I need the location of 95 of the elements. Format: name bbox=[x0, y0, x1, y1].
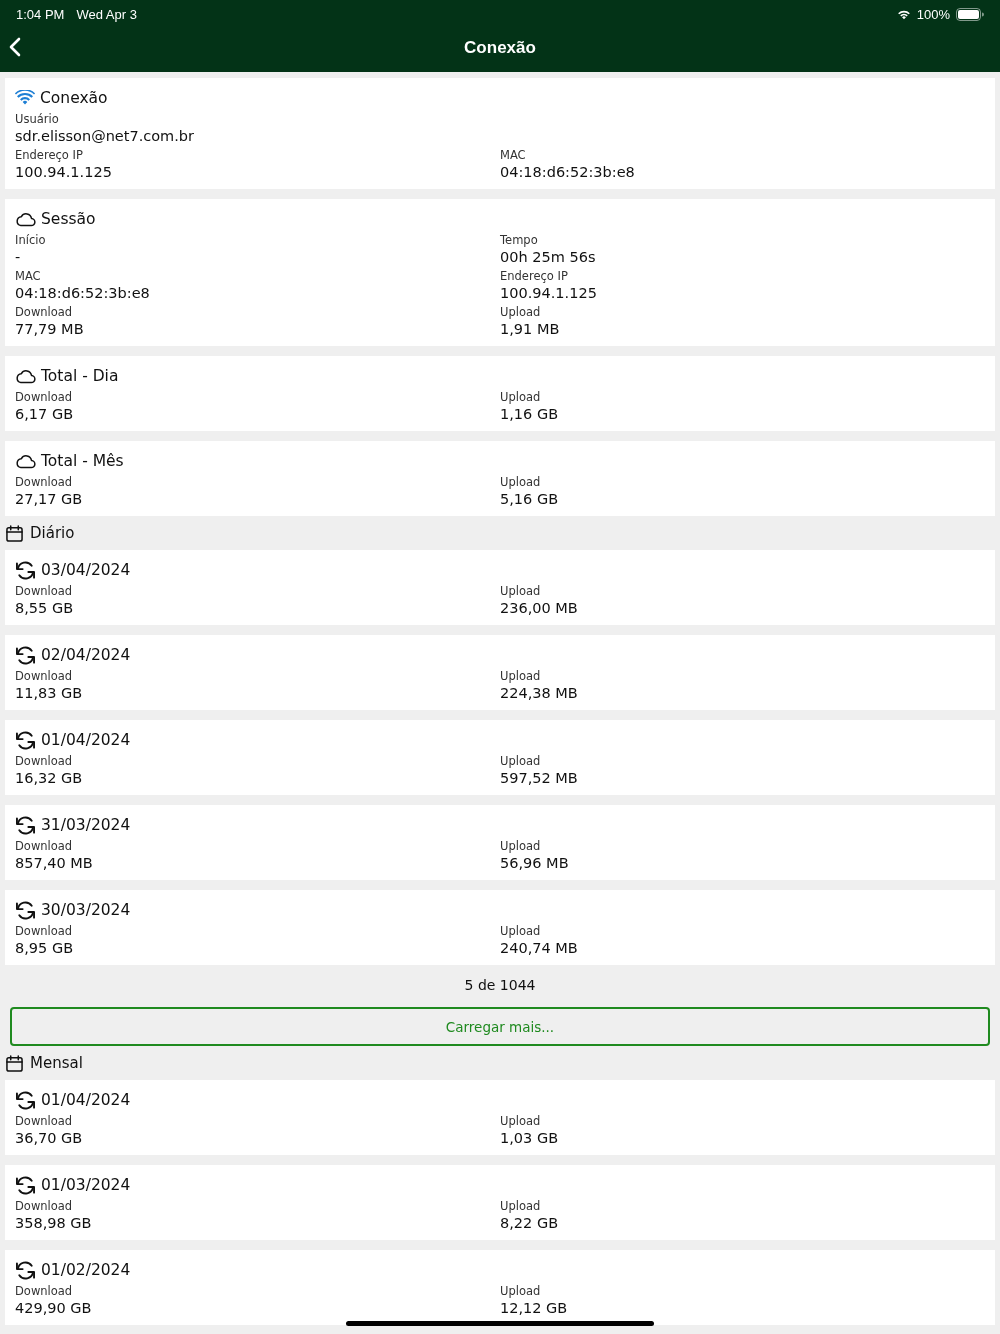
field-label: Download bbox=[15, 475, 74, 490]
status-time: 1:04 PM bbox=[16, 6, 65, 22]
field-value: 1,16 GB bbox=[500, 405, 560, 424]
field-value: 5,16 GB bbox=[500, 490, 560, 509]
field-value: 12,12 GB bbox=[500, 1299, 569, 1318]
load-more-button[interactable]: Carregar mais... bbox=[10, 1007, 990, 1046]
field-value: sdr.elisson@net7.com.br bbox=[15, 127, 196, 146]
battery-percent: 100% bbox=[916, 6, 950, 22]
sync-icon bbox=[15, 1175, 36, 1195]
card-title: 30/03/2024 bbox=[41, 901, 131, 919]
field-label: Upload bbox=[500, 305, 542, 320]
field-label: Usuário bbox=[15, 112, 60, 127]
field-value: 857,40 MB bbox=[15, 854, 94, 873]
field-value: 429,90 GB bbox=[15, 1299, 93, 1318]
back-icon[interactable] bbox=[9, 37, 21, 57]
field-label: Upload bbox=[500, 390, 542, 405]
card-title: 31/03/2024 bbox=[41, 816, 131, 834]
field-value: 6,17 GB bbox=[15, 405, 75, 424]
card-title: 01/04/2024 bbox=[41, 1091, 131, 1109]
field-label: Upload bbox=[500, 839, 542, 854]
field-label: Tempo bbox=[500, 233, 539, 248]
sync-icon bbox=[15, 560, 36, 580]
field-value: 8,22 GB bbox=[500, 1214, 560, 1233]
field-label: Download bbox=[15, 390, 74, 405]
field-label: Upload bbox=[500, 669, 542, 684]
cloud-icon bbox=[15, 211, 36, 227]
field-label: MAC bbox=[500, 148, 527, 163]
field-value: 597,52 MB bbox=[500, 769, 579, 788]
field-label: Endereço IP bbox=[15, 148, 84, 163]
sync-icon bbox=[15, 730, 36, 750]
field-label: Download bbox=[15, 669, 74, 684]
field-value: 11,83 GB bbox=[15, 684, 84, 703]
field-value: 36,70 GB bbox=[15, 1129, 84, 1148]
field-value: - bbox=[15, 248, 22, 267]
field-value: 04:18:d6:52:3b:e8 bbox=[15, 284, 151, 303]
wifi-icon bbox=[15, 90, 35, 106]
card-title: 01/03/2024 bbox=[41, 1176, 131, 1194]
field-value: 56,96 MB bbox=[500, 854, 570, 873]
field-label: Download bbox=[15, 1199, 74, 1214]
cloud-icon bbox=[15, 453, 36, 469]
calendar-icon bbox=[6, 1054, 23, 1072]
field-value: 00h 25m 56s bbox=[500, 248, 597, 267]
field-label: Upload bbox=[500, 924, 542, 939]
field-label: Início bbox=[15, 233, 47, 248]
field-value: 8,95 GB bbox=[15, 939, 75, 958]
calendar-icon bbox=[6, 524, 23, 542]
field-label: MAC bbox=[15, 269, 42, 284]
card-title: Conexão bbox=[40, 89, 108, 107]
sync-icon bbox=[15, 645, 36, 665]
field-value: 27,17 GB bbox=[15, 490, 84, 509]
wifi-signal-icon bbox=[896, 8, 911, 20]
field-label: Download bbox=[15, 584, 74, 599]
card-title: Sessão bbox=[41, 210, 96, 228]
field-value: 8,55 GB bbox=[15, 599, 75, 618]
section-heading: Diário bbox=[30, 524, 75, 542]
battery-icon bbox=[956, 7, 984, 21]
field-label: Endereço IP bbox=[500, 269, 569, 284]
field-label: Upload bbox=[500, 1114, 542, 1129]
card-title: 01/02/2024 bbox=[41, 1261, 131, 1279]
field-label: Upload bbox=[500, 754, 542, 769]
field-label: Upload bbox=[500, 584, 542, 599]
field-label: Download bbox=[15, 305, 74, 320]
page-count: 5 de 1044 bbox=[464, 977, 536, 993]
field-label: Download bbox=[15, 924, 74, 939]
field-value: 16,32 GB bbox=[15, 769, 84, 788]
field-label: Download bbox=[15, 1284, 74, 1299]
field-value: 224,38 MB bbox=[500, 684, 579, 703]
field-label: Upload bbox=[500, 475, 542, 490]
status-date: Wed Apr 3 bbox=[76, 6, 137, 22]
field-value: 1,91 MB bbox=[500, 320, 561, 339]
field-value: 240,74 MB bbox=[500, 939, 579, 958]
screen-title: Conexão bbox=[464, 37, 536, 58]
field-value: 04:18:d6:52:3b:e8 bbox=[500, 163, 636, 182]
card-title: 01/04/2024 bbox=[41, 731, 131, 749]
field-value: 100.94.1.125 bbox=[15, 163, 113, 182]
sync-icon bbox=[15, 1260, 36, 1280]
field-value: 358,98 GB bbox=[15, 1214, 93, 1233]
field-label: Upload bbox=[500, 1199, 542, 1214]
field-label: Download bbox=[15, 1114, 74, 1129]
sync-icon bbox=[15, 900, 36, 920]
card-title: Total - Dia bbox=[41, 367, 119, 385]
field-value: 77,79 MB bbox=[15, 320, 85, 339]
card-title: 02/04/2024 bbox=[41, 646, 131, 664]
field-label: Download bbox=[15, 754, 74, 769]
field-label: Download bbox=[15, 839, 74, 854]
field-value: 236,00 MB bbox=[500, 599, 579, 618]
sync-icon bbox=[15, 1090, 36, 1110]
card-title: 03/04/2024 bbox=[41, 561, 131, 579]
field-value: 1,03 GB bbox=[500, 1129, 560, 1148]
sync-icon bbox=[15, 815, 36, 835]
field-value: 100.94.1.125 bbox=[500, 284, 598, 303]
field-label: Upload bbox=[500, 1284, 542, 1299]
card-title: Total - Mês bbox=[41, 452, 124, 470]
section-heading: Mensal bbox=[30, 1054, 83, 1072]
cloud-icon bbox=[15, 368, 36, 384]
